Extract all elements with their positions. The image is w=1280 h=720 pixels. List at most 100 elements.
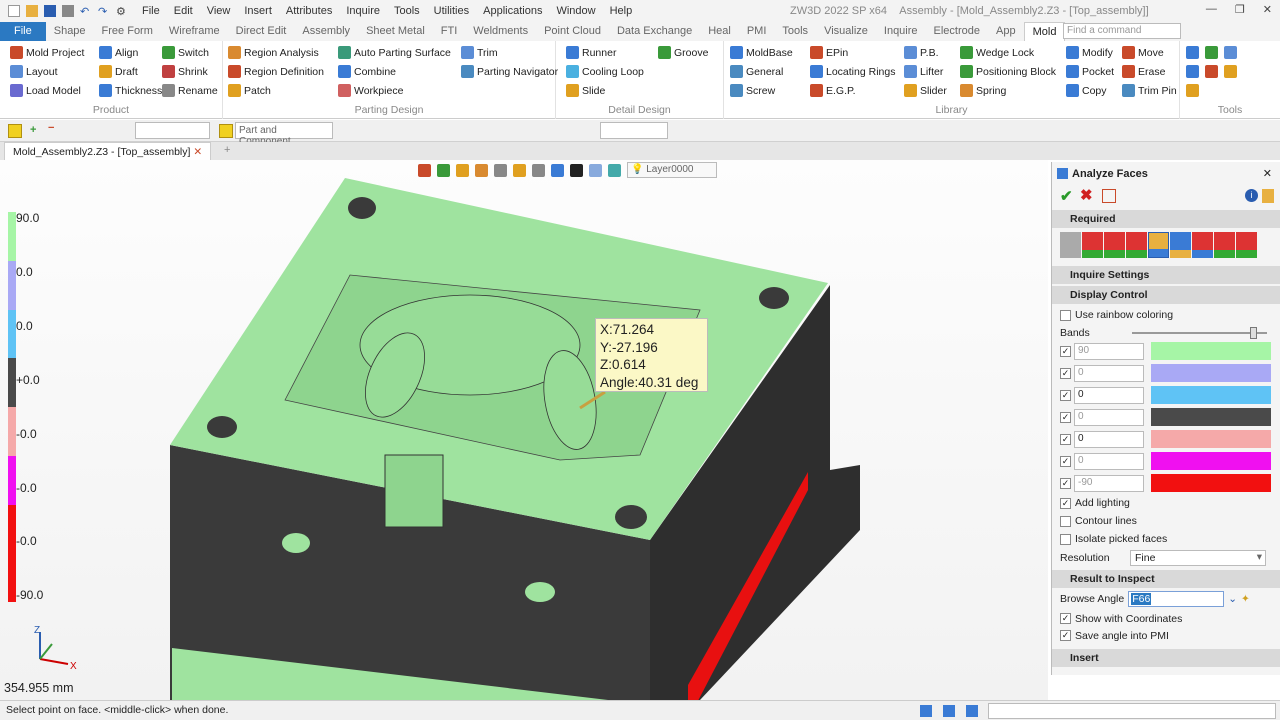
filter-icon[interactable] [219, 124, 233, 138]
runner-button[interactable]: Runner [566, 46, 616, 59]
minimize-icon[interactable]: — [1206, 3, 1217, 16]
pb-button[interactable]: P.B. [904, 46, 939, 59]
tool-b-icon[interactable] [1205, 46, 1218, 59]
toolbar-blank-field-2[interactable] [600, 122, 668, 139]
band-checkbox[interactable]: ✓ [1060, 411, 1071, 423]
document-tab[interactable]: Mold_Assembly2.Z3 - [Top_assembly] ✕ [4, 142, 212, 160]
thickness-button[interactable]: Thickness [99, 84, 162, 97]
tab-pmi[interactable]: PMI [739, 22, 775, 41]
contour-lines-checkbox[interactable] [1060, 515, 1071, 527]
browse-angle-input[interactable]: F66 [1128, 591, 1225, 607]
band-value-input[interactable]: 0 [1074, 452, 1144, 470]
analysis-type-gauss-icon[interactable] [1126, 232, 1147, 258]
tab-assembly[interactable]: Assembly [294, 22, 358, 41]
erase-button[interactable]: Erase [1122, 65, 1165, 78]
view-icon-8[interactable] [551, 163, 564, 177]
cancel-x-icon[interactable]: ✖ [1080, 186, 1093, 204]
help-icon[interactable] [1262, 189, 1274, 203]
tab-fti[interactable]: FTI [433, 22, 466, 41]
slide-button[interactable]: Slide [566, 84, 605, 97]
view-icon-6[interactable] [513, 163, 526, 177]
band-color-swatch[interactable] [1151, 342, 1271, 360]
tool-f-icon[interactable] [1224, 65, 1237, 78]
pick-point-icon[interactable]: ✦ [1241, 593, 1250, 605]
expand-icon[interactable]: ⌄ [1228, 593, 1237, 605]
cooling-loop-button[interactable]: Cooling Loop [566, 65, 644, 78]
3d-viewport[interactable] [0, 160, 1048, 700]
workpiece-button[interactable]: Workpiece [338, 84, 403, 97]
moldbase-button[interactable]: MoldBase [730, 46, 793, 59]
menu-utilities[interactable]: Utilities [434, 5, 469, 17]
general-button[interactable]: General [730, 65, 783, 78]
region-definition-button[interactable]: Region Definition [228, 65, 324, 78]
band-value-input[interactable]: 0 [1074, 430, 1144, 448]
menu-insert[interactable]: Insert [244, 5, 272, 17]
filter-dropdown[interactable]: Part and Component [235, 122, 333, 147]
view-icon-7[interactable] [532, 163, 545, 177]
band-value-input[interactable]: 90 [1074, 342, 1144, 360]
close-tab-icon[interactable]: ✕ [193, 146, 202, 158]
combine-button[interactable]: Combine [338, 65, 396, 78]
pocket-button[interactable]: Pocket [1066, 65, 1114, 78]
band-color-swatch[interactable] [1151, 364, 1271, 382]
tool-e-icon[interactable] [1205, 65, 1218, 78]
tool-g-icon[interactable] [1186, 84, 1199, 97]
modify-button[interactable]: Modify [1066, 46, 1113, 59]
screw-button[interactable]: Screw [730, 84, 775, 97]
tab-electrode[interactable]: Electrode [926, 22, 988, 41]
find-command-input[interactable]: Find a command [1063, 23, 1181, 39]
menu-window[interactable]: Window [556, 5, 595, 17]
trim-button[interactable]: Trim [461, 46, 498, 59]
lifter-button[interactable]: Lifter [904, 65, 943, 78]
analysis-type-curvature-icon[interactable] [1082, 232, 1103, 258]
tab-point-cloud[interactable]: Point Cloud [536, 22, 609, 41]
rainbow-checkbox[interactable] [1060, 309, 1071, 321]
menu-tools[interactable]: Tools [394, 5, 420, 17]
analysis-type-angle-icon[interactable] [1148, 232, 1169, 258]
band-color-swatch[interactable] [1151, 452, 1271, 470]
menu-help[interactable]: Help [610, 5, 633, 17]
analysis-type-face-icon[interactable] [1170, 232, 1191, 258]
band-value-input[interactable]: -90 [1074, 474, 1144, 492]
slider-button[interactable]: Slider [904, 84, 947, 97]
insert-section[interactable]: Insert [1052, 649, 1280, 667]
band-value-input[interactable]: 0 [1074, 364, 1144, 382]
analysis-type-zebra-icon[interactable] [1104, 232, 1125, 258]
rename-button[interactable]: Rename [162, 84, 218, 97]
align-button[interactable]: Align [99, 46, 138, 59]
required-section[interactable]: Required [1052, 210, 1280, 228]
tool-d-icon[interactable] [1186, 65, 1199, 78]
tab-weldments[interactable]: Weldments [465, 22, 536, 41]
print-icon[interactable] [62, 5, 74, 17]
layout-button[interactable]: Layout [10, 65, 58, 78]
redo-icon[interactable]: ↷ [98, 5, 110, 18]
info-icon[interactable]: i [1245, 189, 1258, 202]
view-icon-4[interactable] [475, 163, 488, 177]
status-icon-3[interactable] [966, 705, 978, 717]
shrink-button[interactable]: Shrink [162, 65, 208, 78]
egp-button[interactable]: E.G.P. [810, 84, 856, 97]
tab-data-exchange[interactable]: Data Exchange [609, 22, 700, 41]
view-icon-2[interactable] [437, 163, 450, 177]
settings-icon[interactable]: ⚙ [116, 5, 128, 18]
epin-button[interactable]: EPin [810, 46, 848, 59]
band-color-swatch[interactable] [1151, 408, 1271, 426]
mold-model-view[interactable] [0, 160, 1048, 700]
tool-a-icon[interactable] [1186, 46, 1199, 59]
band-checkbox[interactable]: ✓ [1060, 455, 1071, 467]
result-to-inspect-section[interactable]: Result to Inspect [1052, 570, 1280, 588]
band-value-input[interactable]: 0 [1074, 386, 1144, 404]
spring-button[interactable]: Spring [960, 84, 1006, 97]
draft-button[interactable]: Draft [99, 65, 138, 78]
tab-free-form[interactable]: Free Form [94, 22, 161, 41]
tool-c-icon[interactable] [1224, 46, 1237, 59]
ok-check-icon[interactable]: ✔ [1060, 187, 1073, 205]
save-pmi-checkbox[interactable]: ✓ [1060, 630, 1071, 641]
band-checkbox[interactable]: ✓ [1060, 345, 1071, 357]
positioning-block-button[interactable]: Positioning Block [960, 65, 1056, 78]
panel-close-icon[interactable]: ✕ [1263, 162, 1272, 186]
add-icon[interactable]: + [30, 124, 36, 136]
view-icon-1[interactable] [418, 163, 431, 177]
menu-edit[interactable]: Edit [174, 5, 193, 17]
menu-inquire[interactable]: Inquire [346, 5, 380, 17]
